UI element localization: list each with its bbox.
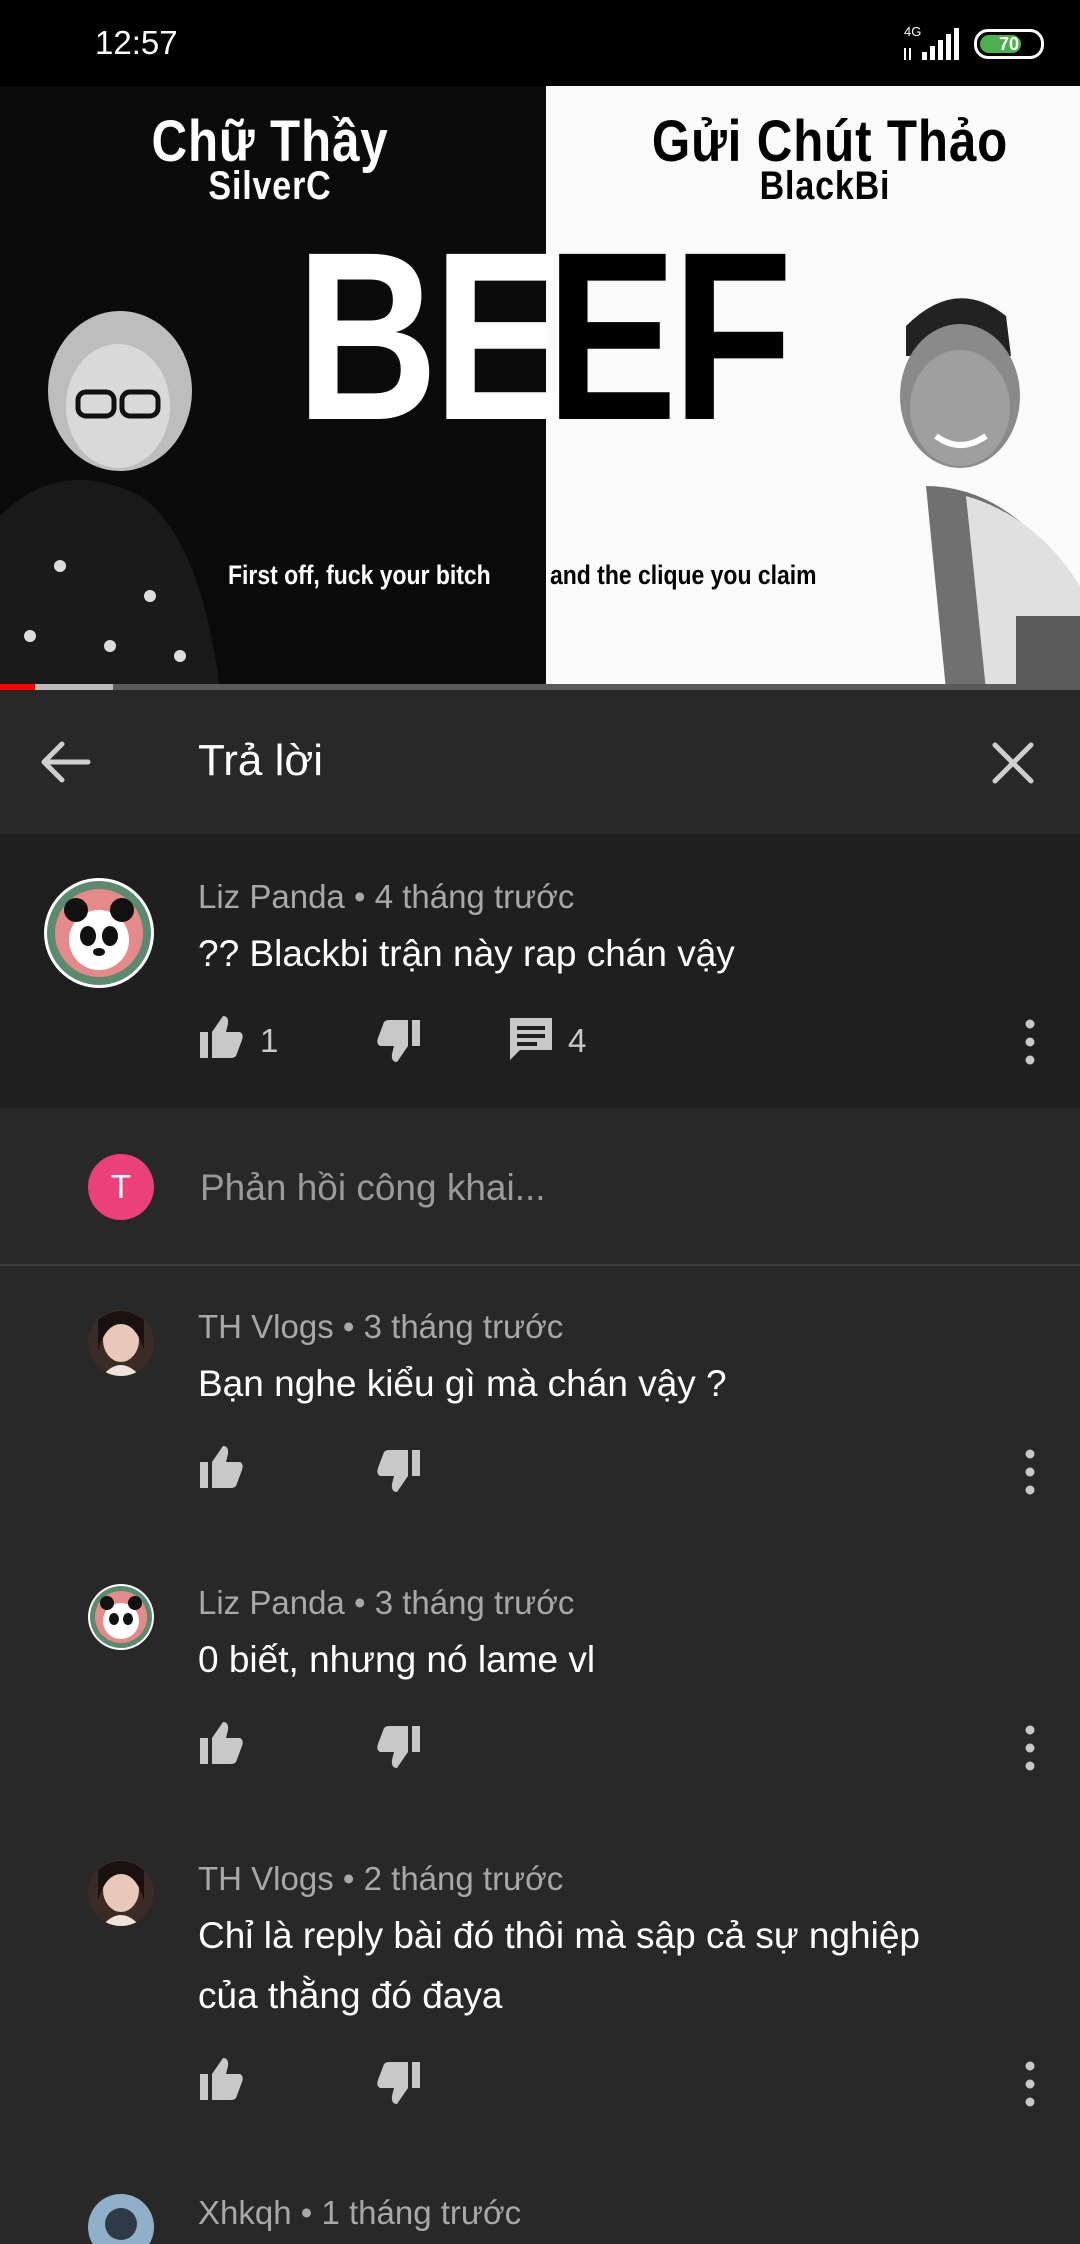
reply-meta: TH Vlogs • 2 tháng trước bbox=[198, 1860, 563, 1898]
dislike-icon[interactable] bbox=[374, 1722, 424, 1772]
video-player[interactable]: Chữ Thầy SilverC Gửi Chút Thảo BlackBi B… bbox=[0, 86, 1080, 690]
meta-separator: • bbox=[353, 1584, 366, 1621]
more-options-button[interactable] bbox=[1010, 2054, 1050, 2114]
comment-actions: 1 4 bbox=[196, 1012, 1056, 1072]
reply-text-line1: Chỉ là reply bài đó thôi mà sập cả sự ng… bbox=[198, 1915, 921, 1956]
reply-author[interactable]: TH Vlogs bbox=[198, 1308, 334, 1345]
network-type: 4G bbox=[904, 24, 922, 39]
reply-actions bbox=[196, 1442, 1056, 1502]
avatar[interactable] bbox=[88, 2194, 154, 2244]
reply-author[interactable]: TH Vlogs bbox=[198, 1860, 334, 1897]
comment-meta: Liz Panda • 4 tháng trước bbox=[198, 878, 574, 916]
status-time: 12:57 bbox=[95, 24, 178, 61]
panda-avatar-icon bbox=[90, 1586, 152, 1648]
back-button[interactable] bbox=[30, 732, 102, 792]
reply-time: 1 tháng trước bbox=[321, 2194, 522, 2231]
reply-meta: Xhkqh • 1 tháng trước bbox=[198, 2194, 521, 2232]
like-icon[interactable] bbox=[196, 1012, 246, 1062]
video-lyric-right: and the clique you claim bbox=[550, 560, 817, 590]
video-big-text-right: EF bbox=[546, 202, 793, 470]
status-bar: 12:57 4G 70 bbox=[0, 0, 1080, 86]
reply-item: TH Vlogs • 3 tháng trước Bạn nghe kiểu g… bbox=[0, 1264, 1080, 1540]
battery-icon: 70 bbox=[974, 29, 1044, 59]
close-button[interactable] bbox=[978, 728, 1048, 798]
comment-text: ?? Blackbi trận này rap chán vậy bbox=[198, 933, 735, 974]
left-person-image bbox=[0, 311, 220, 690]
dislike-icon[interactable] bbox=[374, 1446, 424, 1496]
signal-icon: 4G bbox=[902, 24, 960, 62]
avatar[interactable] bbox=[44, 878, 154, 988]
user-avatar: T bbox=[88, 1154, 154, 1220]
reply-comment-icon[interactable] bbox=[506, 1014, 556, 1064]
meta-separator: • bbox=[300, 2194, 313, 2231]
reply-meta: TH Vlogs • 3 tháng trước bbox=[198, 1308, 563, 1346]
th-vlogs-avatar-icon bbox=[88, 1860, 154, 1926]
status-icons: 4G 70 bbox=[902, 24, 1044, 62]
panda-avatar-icon bbox=[47, 881, 151, 985]
header-title: Trả lời bbox=[198, 736, 323, 785]
video-lyric-left: First off, fuck your bitch bbox=[228, 560, 491, 590]
reply-item: Liz Panda • 3 tháng trước 0 biết, nhưng … bbox=[0, 1540, 1080, 1816]
reply-meta: Liz Panda • 3 tháng trước bbox=[198, 1584, 574, 1622]
battery-level: 70 bbox=[998, 33, 1020, 54]
like-icon[interactable] bbox=[196, 1718, 246, 1768]
reply-item: Xhkqh • 1 tháng trước bbox=[0, 2150, 1080, 2244]
right-person-image bbox=[900, 298, 1080, 690]
meta-separator: • bbox=[353, 878, 366, 915]
like-count: 1 bbox=[260, 1022, 279, 1059]
dislike-icon[interactable] bbox=[374, 2058, 424, 2108]
back-arrow-icon bbox=[41, 741, 91, 783]
like-icon[interactable] bbox=[196, 2054, 246, 2104]
reply-header: Trả lời bbox=[0, 690, 1080, 834]
video-big-text-left: BE bbox=[296, 202, 564, 470]
more-options-button[interactable] bbox=[1010, 1442, 1050, 1502]
more-options-button[interactable] bbox=[1010, 1718, 1050, 1778]
more-vert-icon bbox=[1025, 1019, 1035, 1065]
close-icon bbox=[992, 742, 1034, 784]
dislike-icon[interactable] bbox=[374, 1016, 424, 1066]
avatar[interactable] bbox=[88, 1310, 154, 1376]
more-vert-icon bbox=[1025, 2061, 1035, 2107]
meta-separator: • bbox=[342, 1308, 355, 1345]
reply-time: 2 tháng trước bbox=[363, 1860, 564, 1897]
more-vert-icon bbox=[1025, 1725, 1035, 1771]
reply-item: TH Vlogs • 2 tháng trước Chỉ là reply bà… bbox=[0, 1816, 1080, 2150]
more-options-button[interactable] bbox=[1010, 1012, 1050, 1072]
reply-text: 0 biết, nhưng nó lame vl bbox=[198, 1639, 596, 1680]
like-icon[interactable] bbox=[196, 1442, 246, 1492]
reply-actions bbox=[196, 2054, 1056, 2114]
avatar[interactable] bbox=[88, 1584, 154, 1650]
avatar[interactable] bbox=[88, 1860, 154, 1926]
reply-time: 3 tháng trước bbox=[374, 1584, 575, 1621]
reply-author[interactable]: Liz Panda bbox=[198, 1584, 345, 1621]
comment-author[interactable]: Liz Panda bbox=[198, 878, 345, 915]
public-reply-input[interactable] bbox=[198, 1152, 1022, 1224]
reply-time: 3 tháng trước bbox=[363, 1308, 564, 1345]
reply-actions bbox=[196, 1718, 1056, 1778]
meta-separator: • bbox=[342, 1860, 355, 1897]
xhkqh-avatar-icon bbox=[88, 2194, 154, 2244]
reply-input-row: T bbox=[0, 1108, 1080, 1266]
comment-time: 4 tháng trước bbox=[374, 878, 575, 915]
reply-author[interactable]: Xhkqh bbox=[198, 2194, 292, 2231]
th-vlogs-avatar-icon bbox=[88, 1310, 154, 1376]
main-comment: Liz Panda • 4 tháng trước ?? Blackbi trậ… bbox=[0, 834, 1080, 1108]
reply-text-line2: của thằng đó đaya bbox=[198, 1975, 503, 2016]
reply-count: 4 bbox=[568, 1022, 587, 1059]
reply-text: Bạn nghe kiểu gì mà chán vậy ? bbox=[198, 1363, 727, 1404]
more-vert-icon bbox=[1025, 1449, 1035, 1495]
